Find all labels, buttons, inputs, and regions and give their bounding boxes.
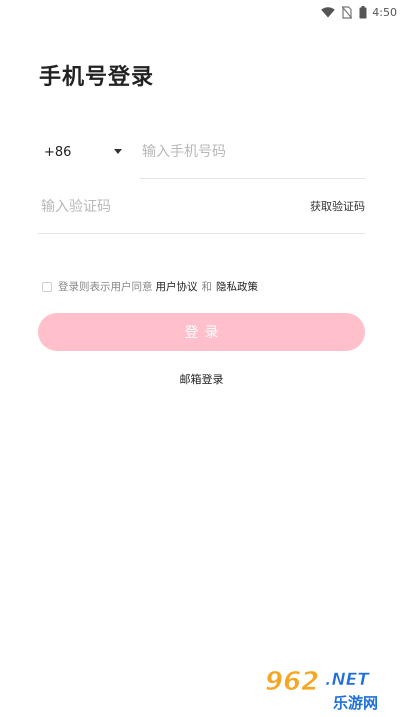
watermark-logo: 962 .NET 乐游网: [263, 663, 399, 713]
page-title: 手机号登录: [39, 65, 155, 90]
svg-text:962: 962: [265, 667, 319, 697]
battery-icon: [359, 5, 367, 19]
privacy-policy-link[interactable]: 隐私政策: [216, 279, 258, 294]
agreement-and: 和: [201, 281, 213, 293]
country-code-label: +86: [44, 144, 72, 160]
login-button[interactable]: 登录: [38, 313, 365, 351]
code-input-underline: [38, 233, 365, 234]
agreement-row: 登录则表示用户同意 用户协议 和 隐私政策: [42, 279, 261, 294]
verification-code-input[interactable]: [38, 188, 281, 226]
phone-row: +86: [38, 133, 367, 179]
status-time: 4:50: [372, 5, 397, 19]
agreement-checkbox[interactable]: [42, 281, 52, 292]
code-row: 获取验证码: [38, 188, 365, 234]
svg-text:乐游网: 乐游网: [333, 694, 378, 712]
status-icons: 4:50: [321, 3, 397, 21]
email-login-link[interactable]: 邮箱登录: [180, 373, 224, 386]
no-sim-icon: [342, 5, 353, 19]
email-login-row: 邮箱登录: [0, 371, 403, 387]
user-agreement-link[interactable]: 用户协议: [156, 279, 198, 294]
phone-input[interactable]: [140, 133, 367, 171]
status-bar: 4:50: [0, 0, 403, 24]
country-code-select[interactable]: +86: [38, 133, 128, 171]
agreement-prefix: 登录则表示用户同意: [58, 281, 153, 293]
phone-input-underline: [140, 178, 365, 179]
caret-down-icon: [114, 149, 122, 154]
wifi-icon: [321, 6, 336, 18]
svg-text:.NET: .NET: [325, 670, 370, 690]
get-code-button[interactable]: 获取验证码: [310, 198, 365, 214]
